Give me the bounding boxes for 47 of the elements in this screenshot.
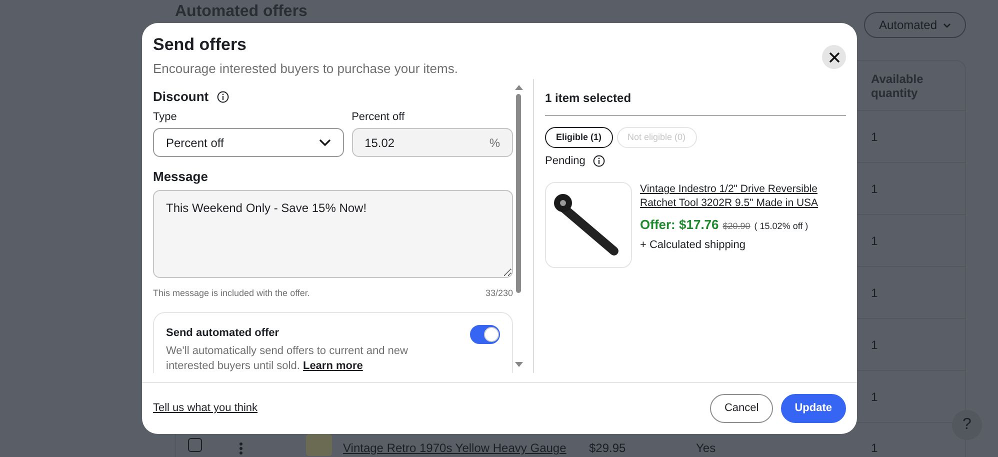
table-cell-text: 1 bbox=[871, 284, 879, 302]
section-label: Message bbox=[153, 169, 209, 185]
chevron-icon bbox=[318, 139, 331, 146]
field-hint: This message is included with the offer. bbox=[153, 286, 310, 300]
table-cell: Yes bbox=[696, 441, 716, 455]
table-cell-text: 1 bbox=[871, 388, 879, 406]
scroll-up-icon[interactable] bbox=[514, 84, 522, 90]
character-count: 33/230 bbox=[485, 286, 513, 300]
thumbnail-placeholder bbox=[306, 434, 332, 456]
dialog-title: Send offers bbox=[153, 34, 248, 56]
row-checkbox[interactable] bbox=[188, 438, 202, 452]
selection-heading: 1 item selected bbox=[545, 88, 846, 116]
learn-more-link[interactable]: Learn more bbox=[302, 360, 363, 372]
update-button[interactable]: Update bbox=[780, 394, 846, 423]
filter-chip[interactable]: Eligible (1) bbox=[545, 126, 613, 148]
original-price: $20.90 bbox=[722, 220, 750, 232]
discount-text: ( 15.02% off ) bbox=[754, 220, 808, 233]
cancel-button[interactable]: Cancel bbox=[710, 394, 773, 423]
toggle-switch[interactable] bbox=[470, 325, 500, 344]
chevron-icon bbox=[943, 22, 951, 28]
dialog-subtitle: Encourage interested buyers to purchase your items. bbox=[153, 60, 458, 78]
option-description: We'll automatically send offers to current and new interested buyers until sold. Learn more bbox=[166, 344, 409, 372]
table-cell-text: 1 bbox=[871, 128, 879, 146]
feedback-link[interactable]: Tell us what you think bbox=[153, 400, 258, 417]
option-title: Send automated offer bbox=[166, 326, 280, 341]
field-label: Percent off bbox=[352, 110, 406, 124]
item-title-link[interactable]: Vintage Indestro 1/2" Drive Reversible Ratchet Tool 3202R 9.5" Made in USA bbox=[640, 182, 846, 210]
shipping-text: + Calculated shipping bbox=[640, 238, 746, 253]
table-cell: $29.95 bbox=[589, 441, 626, 455]
table-cell-text: 1 bbox=[871, 336, 879, 354]
scrollbar-thumb[interactable] bbox=[516, 94, 521, 292]
info-icon[interactable] bbox=[216, 90, 229, 102]
section-label: Discount bbox=[153, 88, 209, 104]
table-cell-text: 1 bbox=[871, 232, 879, 250]
offer-price: Offer: $17.76 bbox=[640, 216, 719, 234]
more-icon[interactable] bbox=[239, 442, 243, 456]
info-icon[interactable] bbox=[593, 155, 606, 168]
scroll-down-icon[interactable] bbox=[514, 362, 522, 366]
message-field[interactable]: This Weekend Only - Save 15% Now! bbox=[153, 190, 513, 278]
close-icon bbox=[828, 52, 840, 62]
table-cell-text: 1 bbox=[871, 180, 879, 198]
type-select[interactable]: Percent off bbox=[153, 128, 344, 157]
percent-field[interactable]: 15.02 % bbox=[352, 128, 513, 157]
close-button[interactable] bbox=[822, 45, 846, 69]
field-label: Type bbox=[153, 110, 178, 124]
status-label: Pending bbox=[545, 154, 586, 169]
table-cell: 1 bbox=[871, 441, 878, 455]
